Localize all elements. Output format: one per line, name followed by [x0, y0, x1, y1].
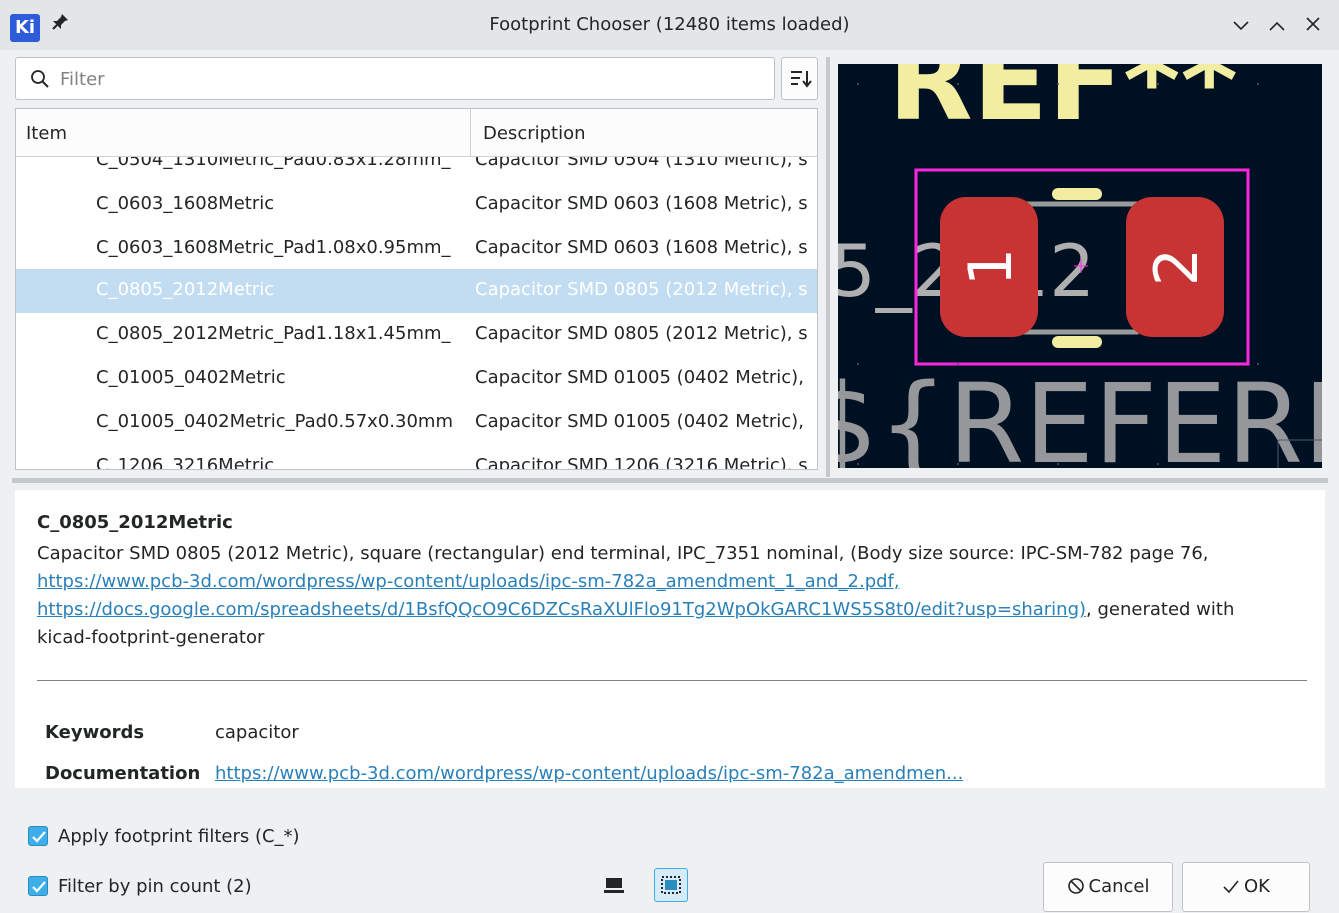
datasheet-link-2[interactable]: https://docs.google.com/spreadsheets/d/1…	[37, 599, 1086, 620]
row-name: C_1206_3216Metric	[96, 455, 275, 470]
row-name: C_0805_2012Metric	[96, 279, 275, 300]
description-text: Capacitor SMD 0805 (2012 Metric), square…	[37, 543, 1209, 564]
checkmark-icon	[32, 831, 46, 843]
row-description: Capacitor SMD 0805 (2012 Metric), s	[475, 279, 808, 300]
footprint-preview[interactable]: REF** ${REFERENCE} 5_2012 1 2	[838, 64, 1322, 468]
row-name: C_01005_0402Metric	[96, 367, 286, 388]
list-row[interactable]: C_1206_3216Metric Capacitor SMD 1206 (32…	[16, 445, 817, 470]
row-name: C_0603_1608Metric_Pad1.08x0.95mm_	[96, 237, 451, 258]
list-row[interactable]: C_0603_1608Metric Capacitor SMD 0603 (16…	[16, 183, 817, 227]
fab-text: ${REFERENCE}	[838, 360, 1322, 468]
filter-field[interactable]	[15, 57, 775, 100]
sort-button[interactable]	[781, 57, 818, 100]
board-3d-icon	[604, 878, 624, 893]
silk-line-top	[1052, 188, 1102, 200]
keywords-label: Keywords	[45, 722, 145, 743]
documentation-link[interactable]: https://www.pcb-3d.com/wordpress/wp-cont…	[215, 763, 963, 784]
row-description: Capacitor SMD 1206 (3216 Metric), s	[475, 455, 808, 470]
vertical-splitter[interactable]	[826, 57, 830, 477]
row-description: Capacitor SMD 01005 (0402 Metric),	[475, 411, 804, 432]
column-header-item[interactable]: Item	[26, 123, 67, 144]
details-title: C_0805_2012Metric	[37, 512, 233, 533]
list-row[interactable]: C_0603_1608Metric_Pad1.08x0.95mm_ Capaci…	[16, 227, 817, 271]
footprint-details: C_0805_2012Metric Capacitor SMD 0805 (20…	[15, 490, 1325, 788]
list-row[interactable]: C_01005_0402Metric Capacitor SMD 01005 (…	[16, 357, 817, 401]
datasheet-link-1[interactable]: https://www.pcb-3d.com/wordpress/wp-cont…	[37, 571, 900, 592]
list-row[interactable]: C_0805_2012Metric_Pad1.18x1.45mm_ Capaci…	[16, 313, 817, 357]
ok-label: OK	[1244, 876, 1270, 897]
filter-input[interactable]	[60, 62, 760, 96]
list-row[interactable]: C_01005_0402Metric_Pad0.57x0.30mm Capaci…	[16, 401, 817, 445]
show-3d-button[interactable]	[598, 868, 632, 902]
column-header-description[interactable]: Description	[483, 123, 586, 144]
column-divider[interactable]	[470, 109, 471, 157]
close-button[interactable]	[1298, 10, 1328, 40]
silk-line-bottom	[1052, 336, 1102, 348]
description-tail-2: kicad-footprint-generator	[37, 627, 265, 648]
maximize-button[interactable]	[1262, 10, 1292, 40]
checkmark-icon	[32, 881, 46, 893]
apply-filters-checkbox[interactable]	[28, 826, 48, 846]
chevron-up-icon	[1269, 21, 1285, 31]
list-row-selected[interactable]: C_0805_2012Metric Capacitor SMD 0805 (20…	[16, 269, 817, 313]
cancel-icon	[1067, 878, 1084, 894]
pin-count-checkbox[interactable]	[28, 876, 48, 896]
apply-filters-label[interactable]: Apply footprint filters (C_*)	[58, 826, 300, 847]
details-description: Capacitor SMD 0805 (2012 Metric), square…	[37, 540, 1297, 652]
row-description: Capacitor SMD 0603 (1608 Metric), s	[475, 193, 808, 214]
documentation-label: Documentation	[45, 763, 201, 784]
show-footprint-button[interactable]	[654, 868, 688, 902]
pad-2-number: 2	[1142, 248, 1212, 286]
description-tail: , generated with	[1086, 599, 1235, 620]
window-title: Footprint Chooser (12480 items loaded)	[489, 14, 850, 35]
pin-count-label[interactable]: Filter by pin count (2)	[58, 876, 252, 897]
ref-silk-text: REF**	[888, 64, 1238, 145]
close-icon	[1306, 17, 1320, 31]
cancel-label: Cancel	[1088, 876, 1150, 897]
check-icon	[1223, 880, 1239, 894]
footprint-list[interactable]: C_0504_1310Metric_Pad0.83x1.28mm_ Capaci…	[15, 108, 818, 470]
row-description: Capacitor SMD 01005 (0402 Metric),	[475, 367, 804, 388]
list-header: Item Description	[16, 109, 817, 157]
ok-button[interactable]: OK	[1182, 862, 1310, 912]
footprint-icon	[661, 876, 681, 894]
title-bar: Ki Footprint Chooser (12480 items loaded…	[0, 0, 1339, 50]
row-name: C_0805_2012Metric_Pad1.18x1.45mm_	[96, 323, 451, 344]
footprint-preview-canvas: REF** ${REFERENCE} 5_2012 1 2	[838, 64, 1322, 468]
cancel-button[interactable]: Cancel	[1043, 862, 1173, 912]
horizontal-splitter[interactable]	[12, 478, 1328, 483]
keywords-value: capacitor	[215, 722, 299, 743]
row-name: C_01005_0402Metric_Pad0.57x0.30mm	[96, 411, 453, 432]
row-name: C_0603_1608Metric	[96, 193, 275, 214]
minimize-button[interactable]	[1226, 10, 1256, 40]
sort-icon	[791, 71, 812, 88]
search-icon	[31, 70, 49, 88]
row-description: Capacitor SMD 0603 (1608 Metric), s	[475, 237, 808, 258]
pad-1-number: 1	[956, 248, 1026, 286]
details-divider	[37, 680, 1307, 681]
chevron-down-icon	[1233, 21, 1249, 31]
row-description: Capacitor SMD 0805 (2012 Metric), s	[475, 323, 808, 344]
